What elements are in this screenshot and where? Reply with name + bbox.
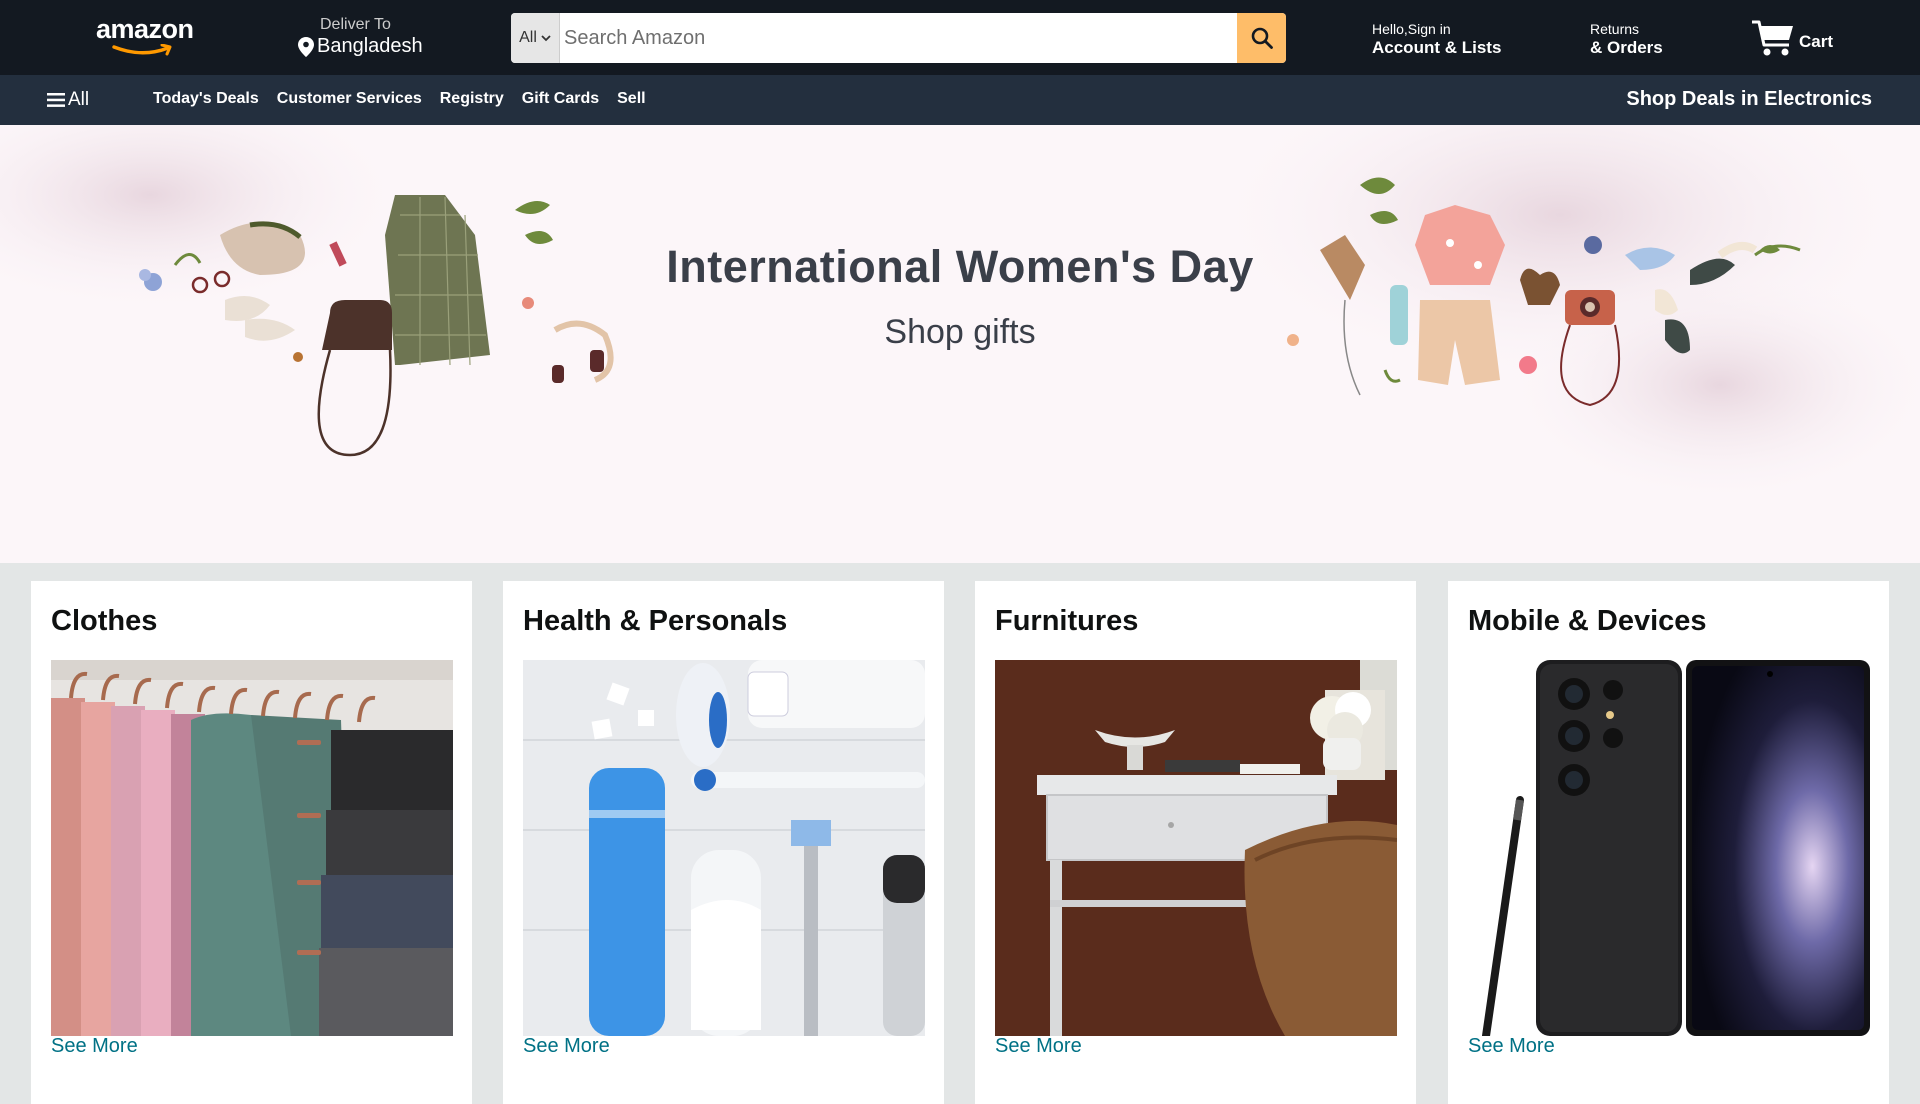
hamburger-icon bbox=[47, 93, 65, 107]
category-card-clothes: Clothes See More bbox=[31, 581, 472, 1104]
clothes-image[interactable] bbox=[51, 660, 453, 1036]
card-title: Furnitures bbox=[995, 605, 1139, 637]
nav-link-registry[interactable]: Registry bbox=[440, 90, 504, 108]
search-icon bbox=[1251, 27, 1273, 49]
nav-link-customer-services[interactable]: Customer Services bbox=[277, 90, 422, 108]
category-card-health-personals: Health & Personals See More bbox=[503, 581, 944, 1104]
all-menu-label: All bbox=[68, 89, 90, 110]
top-navbar: amazon Deliver To Bangladesh All Search … bbox=[0, 0, 1920, 75]
category-cards: Clothes See More Health & Personals See … bbox=[0, 563, 1920, 1104]
see-more-link[interactable]: See More bbox=[995, 1035, 1082, 1058]
hero-subtitle: Shop gifts bbox=[0, 313, 1920, 352]
deliver-label: Deliver To bbox=[320, 16, 391, 33]
location-pin-icon bbox=[298, 36, 314, 57]
furniture-image[interactable] bbox=[995, 660, 1397, 1036]
amazon-logo[interactable]: amazon bbox=[96, 14, 208, 60]
deliver-location-row: Bangladesh bbox=[298, 35, 438, 58]
returns-orders[interactable]: Returns & Orders bbox=[1590, 21, 1663, 58]
all-menu-button[interactable]: All bbox=[47, 89, 89, 111]
hero-subtitle-text: Shop gifts bbox=[884, 313, 1036, 351]
search-category-label: All bbox=[519, 29, 537, 46]
furniture-illustration bbox=[995, 660, 1397, 1036]
returns-label: Returns bbox=[1590, 21, 1640, 37]
hero-title: International Women's Day bbox=[0, 241, 1920, 293]
cart-label: Cart bbox=[1799, 32, 1834, 51]
clothes-illustration bbox=[51, 660, 453, 1036]
see-more-link[interactable]: See More bbox=[1468, 1035, 1555, 1058]
hero-title-text: International Women's Day bbox=[666, 241, 1254, 292]
nav-link-todays-deals[interactable]: Today's Deals bbox=[153, 90, 259, 108]
orders-label: & Orders bbox=[1590, 38, 1663, 57]
card-title: Health & Personals bbox=[523, 605, 788, 637]
mobile-image[interactable] bbox=[1468, 660, 1870, 1036]
search-bar: All bbox=[511, 13, 1286, 63]
category-card-furnitures: Furnitures See More bbox=[975, 581, 1416, 1104]
account-lists[interactable]: Hello,Sign in Account & Lists bbox=[1372, 21, 1501, 58]
see-more-link[interactable]: See More bbox=[523, 1035, 610, 1058]
search-input[interactable] bbox=[560, 13, 1237, 63]
cart-icon bbox=[1752, 20, 1793, 56]
nav-link-gift-cards[interactable]: Gift Cards bbox=[522, 90, 599, 108]
card-title: Mobile & Devices bbox=[1468, 605, 1707, 637]
smile-arrow-icon bbox=[112, 44, 172, 56]
health-illustration bbox=[523, 660, 925, 1036]
deliver-location: Bangladesh bbox=[317, 35, 423, 57]
subnav-links: Today's Deals Customer Services Registry… bbox=[153, 90, 664, 108]
search-category-dropdown[interactable]: All bbox=[511, 13, 560, 63]
account-greeting: Hello,Sign in bbox=[1372, 21, 1451, 37]
secondary-navbar: All Today's Deals Customer Services Regi… bbox=[0, 75, 1920, 125]
see-more-link[interactable]: See More bbox=[51, 1035, 138, 1058]
cart-button[interactable]: Cart bbox=[1751, 15, 1833, 59]
logo-text: amazon bbox=[96, 14, 194, 44]
nav-link-sell[interactable]: Sell bbox=[617, 90, 645, 108]
search-button[interactable] bbox=[1237, 13, 1286, 63]
deliver-to[interactable]: Deliver To Bangladesh bbox=[298, 16, 438, 58]
card-title: Clothes bbox=[51, 605, 158, 637]
electronics-deals-link[interactable]: Shop Deals in Electronics bbox=[1626, 88, 1872, 111]
hero-banner[interactable]: International Women's Day Shop gifts bbox=[0, 125, 1920, 563]
phone-illustration bbox=[1468, 660, 1870, 1036]
category-card-mobile-devices: Mobile & Devices See More bbox=[1448, 581, 1889, 1104]
chevron-down-icon bbox=[541, 35, 551, 42]
health-image[interactable] bbox=[523, 660, 925, 1036]
account-label: Account & Lists bbox=[1372, 38, 1502, 57]
